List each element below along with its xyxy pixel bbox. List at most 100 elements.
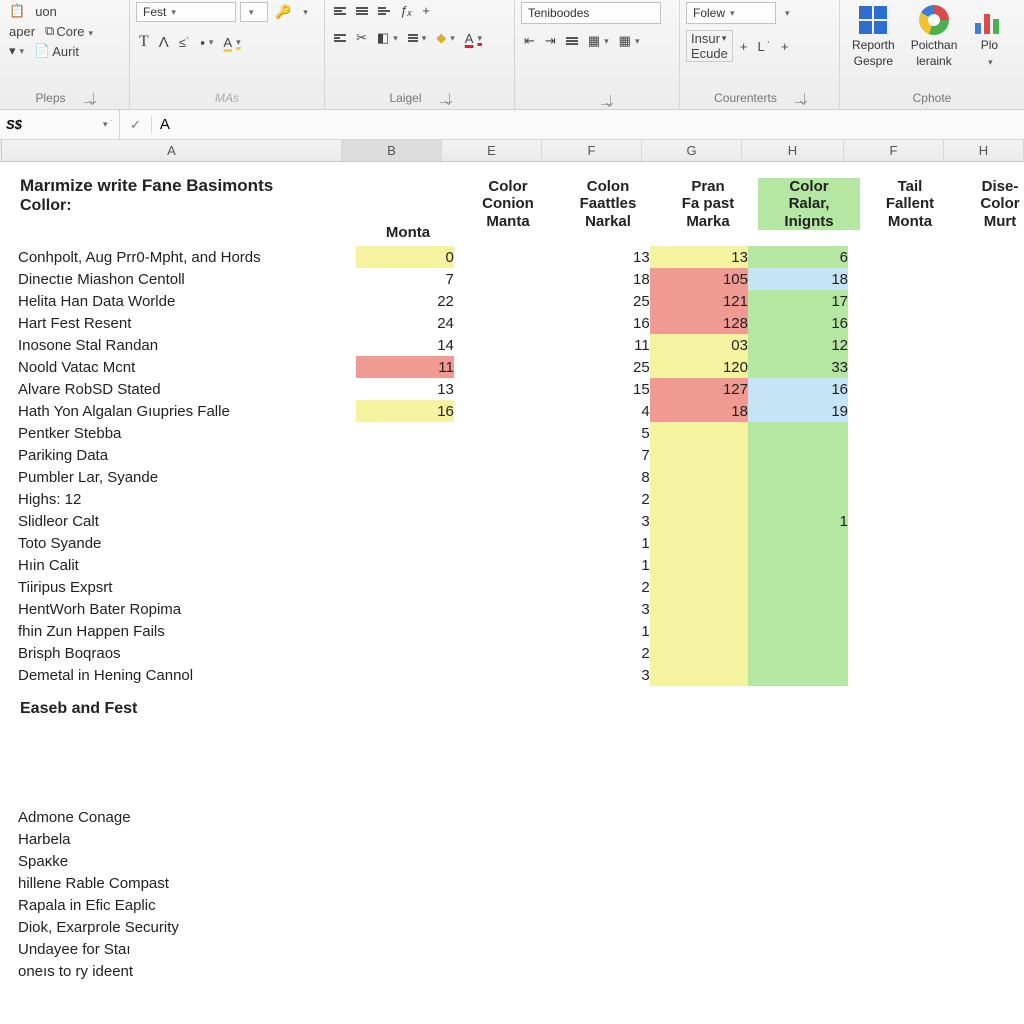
cell[interactable] <box>454 334 552 356</box>
cell[interactable]: 120 <box>650 356 748 378</box>
table-row[interactable]: fhin Zun Happen Fails 1 <box>18 620 1024 642</box>
cell[interactable]: 128 <box>650 312 748 334</box>
cell[interactable] <box>454 444 552 466</box>
cell[interactable]: 18 <box>650 400 748 422</box>
cell[interactable] <box>946 334 1024 356</box>
cell[interactable]: 1 <box>552 620 650 642</box>
row-label[interactable]: Tiiripus Expsrt <box>18 576 356 598</box>
table-row[interactable]: Slidleor Calt31 <box>18 510 1024 532</box>
cell[interactable]: 24 <box>356 312 454 334</box>
cell[interactable] <box>454 356 552 378</box>
row-label[interactable]: fhin Zun Happen Fails <box>18 620 356 642</box>
row-label[interactable]: Noold Vatac Mcnt <box>18 356 356 378</box>
cell[interactable] <box>848 532 946 554</box>
cell[interactable] <box>650 598 748 620</box>
dialog-launcher-4[interactable] <box>795 93 805 103</box>
table-row[interactable]: Conhpolt, Aug Prr0-Mpht, and Hords013136 <box>18 246 1024 268</box>
table-row[interactable]: Noold Vatac Mcnt112512033 <box>18 356 1024 378</box>
cell[interactable] <box>946 466 1024 488</box>
text-t-button[interactable]: T <box>136 32 152 52</box>
plo-button[interactable]: Plo <box>967 2 1011 70</box>
cell[interactable] <box>848 400 946 422</box>
wrap-left-icon[interactable]: ⇤ <box>521 32 538 50</box>
table-row[interactable]: hillene Rable Compast <box>18 872 358 894</box>
row-label[interactable]: Undayee for Staı <box>18 938 358 960</box>
bucket-button[interactable]: ◆ <box>433 29 458 47</box>
cell[interactable]: 16 <box>552 312 650 334</box>
cell[interactable] <box>748 422 848 444</box>
column-header[interactable]: H <box>742 140 844 161</box>
align-mid-icon[interactable] <box>353 6 371 16</box>
row-label[interactable]: Toto Syande <box>18 532 356 554</box>
row-label[interactable]: Pentker Stebba <box>18 422 356 444</box>
cell[interactable] <box>650 510 748 532</box>
row-label[interactable]: Diok, Exarprole Security <box>18 916 358 938</box>
table-row[interactable]: Pariking Data7 <box>18 444 1024 466</box>
cell[interactable] <box>946 532 1024 554</box>
key-icon[interactable]: 🔑 <box>272 3 294 21</box>
cell[interactable] <box>454 620 552 642</box>
font-size-select[interactable] <box>240 2 268 22</box>
cell[interactable] <box>848 510 946 532</box>
row-label[interactable]: Demetal in Hening Cannol <box>18 664 356 686</box>
column-header[interactable]: F <box>542 140 642 161</box>
cell[interactable] <box>356 532 454 554</box>
cell[interactable]: 3 <box>552 664 650 686</box>
extra-drop[interactable] <box>780 7 793 20</box>
cell[interactable] <box>848 642 946 664</box>
strike-button[interactable]: ≤˙ <box>176 34 193 51</box>
cell[interactable] <box>848 290 946 312</box>
cell[interactable]: 19 <box>748 400 848 422</box>
cell[interactable] <box>946 290 1024 312</box>
cell[interactable] <box>650 620 748 642</box>
cell[interactable] <box>356 422 454 444</box>
table-row[interactable]: Diok, Exarprole Security <box>18 916 358 938</box>
cell[interactable] <box>356 642 454 664</box>
key-drop[interactable] <box>298 6 311 19</box>
column-header[interactable]: B <box>342 140 442 161</box>
cell[interactable] <box>454 246 552 268</box>
table-row[interactable]: Helita Han Data Worlde222512117 <box>18 290 1024 312</box>
cell[interactable] <box>848 378 946 400</box>
row-label[interactable]: Inosone Stal Randan <box>18 334 356 356</box>
column-header[interactable]: H <box>944 140 1024 161</box>
cell[interactable]: 33 <box>748 356 848 378</box>
cell[interactable] <box>748 598 848 620</box>
cell[interactable] <box>454 576 552 598</box>
cell[interactable] <box>848 466 946 488</box>
row-label[interactable]: Alvare RobSD Stated <box>18 378 356 400</box>
cell[interactable]: 5 <box>552 422 650 444</box>
cell[interactable]: 121 <box>650 290 748 312</box>
cell[interactable] <box>356 488 454 510</box>
cell[interactable] <box>748 444 848 466</box>
table-row[interactable]: Undayee for Staı <box>18 938 358 960</box>
font-color-button[interactable]: A <box>462 30 485 47</box>
paste-icon[interactable]: 📋 <box>6 2 28 20</box>
dialog-launcher[interactable] <box>84 93 94 103</box>
cell[interactable]: 17 <box>748 290 848 312</box>
cell[interactable] <box>454 510 552 532</box>
cell[interactable]: 11 <box>356 356 454 378</box>
cell[interactable] <box>946 488 1024 510</box>
column-header[interactable]: F <box>844 140 944 161</box>
reporth-button[interactable]: Reporth Gespre <box>846 2 901 70</box>
cell[interactable]: 18 <box>552 268 650 290</box>
cell[interactable]: 7 <box>552 444 650 466</box>
cell[interactable]: 13 <box>650 246 748 268</box>
cell[interactable] <box>454 268 552 290</box>
row-label[interactable]: Harbela <box>18 828 358 850</box>
cell[interactable] <box>946 444 1024 466</box>
cell[interactable] <box>650 444 748 466</box>
cell[interactable] <box>946 268 1024 290</box>
plus-button[interactable]: + <box>419 2 433 19</box>
cell[interactable] <box>356 576 454 598</box>
row-label[interactable]: Spaĸke <box>18 850 358 872</box>
dialog-launcher-2[interactable] <box>440 93 450 103</box>
cell[interactable] <box>748 620 848 642</box>
cell[interactable] <box>748 488 848 510</box>
cell[interactable] <box>748 576 848 598</box>
align-bot-icon[interactable] <box>375 6 393 16</box>
merge-2-button[interactable]: ▦ <box>616 32 643 50</box>
cell[interactable] <box>650 466 748 488</box>
cell[interactable] <box>454 554 552 576</box>
